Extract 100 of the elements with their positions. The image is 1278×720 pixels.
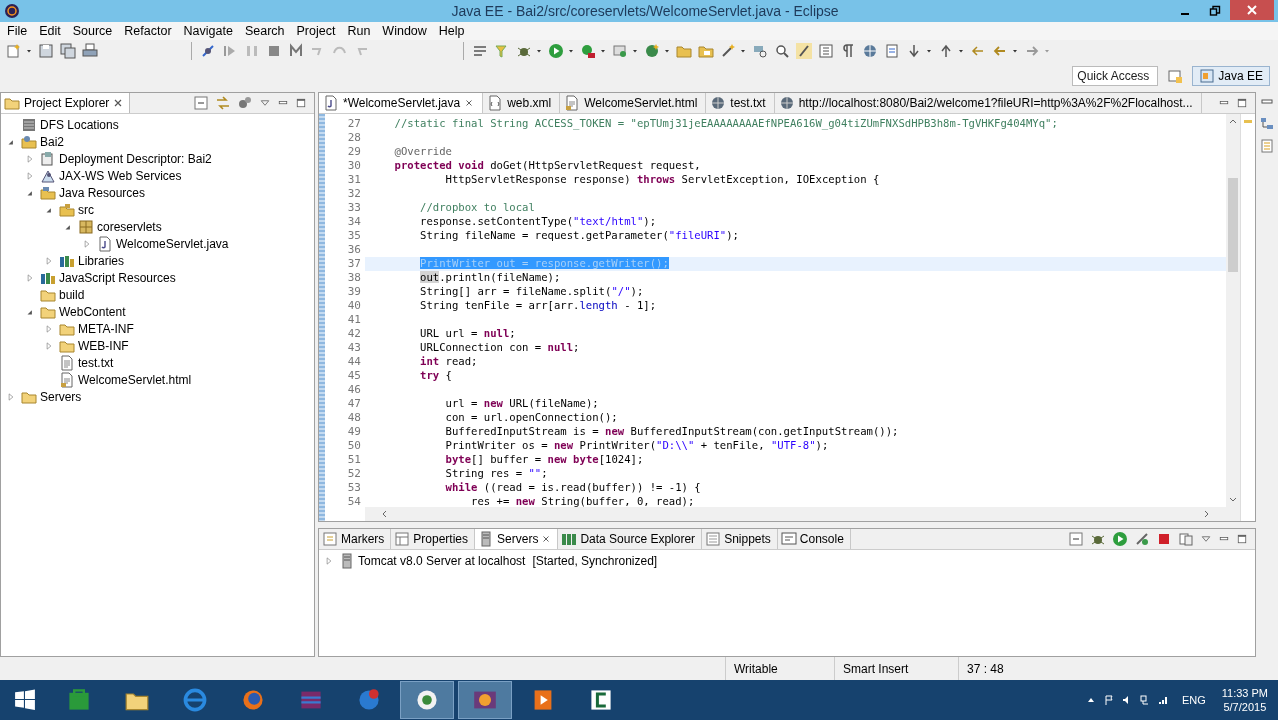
tree-item[interactable]: JAX-WS Web Services <box>59 168 182 183</box>
scroll-right-icon[interactable] <box>1202 510 1210 518</box>
clock[interactable]: 11:33 PM 5/7/2015 <box>1221 686 1268 714</box>
dropdown-caret-icon[interactable] <box>25 47 33 55</box>
paragraph-icon[interactable] <box>840 43 856 59</box>
close-icon[interactable] <box>541 534 552 544</box>
close-icon[interactable] <box>113 98 124 108</box>
tree-item[interactable]: src <box>78 202 94 217</box>
menu-item[interactable]: Refactor <box>119 24 179 38</box>
collapse-all-icon[interactable] <box>1068 531 1084 547</box>
wand-icon[interactable] <box>720 43 736 59</box>
open-perspective-icon[interactable] <box>1167 68 1184 84</box>
menu-item[interactable]: Source <box>67 24 120 38</box>
save-all-icon[interactable] <box>60 43 76 59</box>
dropdown-caret-icon[interactable] <box>567 47 575 55</box>
previous-annotation-icon[interactable] <box>938 43 954 59</box>
signal-icon[interactable] <box>1157 695 1168 705</box>
print-icon[interactable] <box>82 43 98 59</box>
scroll-thumb[interactable] <box>1228 178 1238 272</box>
save-icon[interactable] <box>38 43 54 59</box>
highlighter-icon[interactable] <box>796 43 812 59</box>
menu-item[interactable]: File <box>2 24 35 38</box>
tree-item[interactable]: Java Resources <box>59 185 146 200</box>
menu-item[interactable]: Edit <box>34 24 68 38</box>
tree-item[interactable]: DFS Locations <box>40 117 119 132</box>
dropdown-caret-icon[interactable] <box>925 47 933 55</box>
tree-item[interactable]: coreservlets <box>97 219 162 234</box>
horizontal-scrollbar[interactable] <box>365 507 1226 521</box>
windows-start-icon[interactable] <box>14 689 36 711</box>
tree-item[interactable]: META-INF <box>78 321 134 336</box>
link-editor-icon[interactable] <box>215 95 231 111</box>
view-menu-icon[interactable] <box>259 97 271 109</box>
menu-item[interactable]: Run <box>342 24 378 38</box>
new-class-icon[interactable] <box>644 43 660 59</box>
tree-item[interactable]: build <box>59 287 85 302</box>
open-folder-icon[interactable] <box>698 43 714 59</box>
tree-item[interactable]: test.txt <box>78 355 114 370</box>
vertical-scrollbar[interactable] <box>1226 114 1240 521</box>
run-server-icon[interactable] <box>580 43 596 59</box>
skip-breakpoints-icon[interactable] <box>200 43 216 59</box>
editor-icon[interactable] <box>589 688 613 712</box>
server-name[interactable]: Tomcat v8.0 Server at localhost <box>358 553 526 568</box>
view-tab[interactable]: Project Explorer <box>1 93 131 113</box>
tree-item[interactable]: Deployment Descriptor: Bai2 <box>59 151 212 166</box>
dropdown-caret-icon[interactable] <box>1011 47 1019 55</box>
browser-icon[interactable] <box>357 688 381 712</box>
scroll-up-icon[interactable] <box>1229 118 1237 126</box>
restore-icon[interactable] <box>1209 5 1221 17</box>
collapse-all-icon[interactable] <box>193 95 209 111</box>
tree-item[interactable]: WelcomeServlet.html <box>78 372 192 387</box>
maximize-icon[interactable] <box>1236 97 1248 109</box>
tree-item[interactable]: JavaScript Resources <box>59 270 176 285</box>
globe-icon[interactable] <box>862 43 878 59</box>
perspective-button[interactable]: Java EE <box>1192 66 1270 86</box>
browser-icon[interactable] <box>241 688 265 712</box>
tree-item[interactable]: Libraries <box>78 253 125 268</box>
tree-item[interactable]: WEB-INF <box>78 338 129 353</box>
close-icon[interactable] <box>464 98 475 108</box>
outline-icon[interactable] <box>1259 116 1275 132</box>
task-list-icon[interactable] <box>1259 138 1275 154</box>
maximize-icon[interactable] <box>1236 533 1248 545</box>
browser-icon[interactable] <box>183 688 207 712</box>
view-tab[interactable]: Servers <box>475 529 559 549</box>
scroll-down-icon[interactable] <box>1229 495 1237 503</box>
dropdown-caret-icon[interactable] <box>631 47 639 55</box>
step-filter-icon[interactable] <box>494 43 510 59</box>
dropdown-caret-icon[interactable] <box>957 47 965 55</box>
quick-access-field[interactable]: Quick Access <box>1072 66 1159 86</box>
menu-item[interactable]: Navigate <box>178 24 240 38</box>
menu-item[interactable]: Search <box>239 24 292 38</box>
store-icon[interactable] <box>67 688 91 712</box>
terminate-icon[interactable] <box>266 43 282 59</box>
tree-item[interactable]: WelcomeServlet.java <box>116 236 229 251</box>
use-step-filters-icon[interactable] <box>472 43 488 59</box>
language-indicator[interactable]: ENG <box>1181 694 1206 706</box>
menu-item[interactable]: Help <box>433 24 472 38</box>
menu-item[interactable]: Window <box>377 24 434 38</box>
stop-icon[interactable] <box>1156 531 1172 547</box>
tree-item[interactable]: Bai2 <box>40 134 65 149</box>
scroll-left-icon[interactable] <box>381 510 389 518</box>
dropdown-caret-icon[interactable] <box>599 47 607 55</box>
profile-icon[interactable] <box>1134 531 1150 547</box>
tree-item[interactable]: Servers <box>40 389 82 404</box>
dropdown-caret-icon[interactable] <box>535 47 543 55</box>
open-folder-icon[interactable] <box>676 43 692 59</box>
tree-item[interactable]: WebContent <box>59 304 126 319</box>
dropdown-caret-icon[interactable] <box>739 47 747 55</box>
publish-icon[interactable] <box>1178 531 1194 547</box>
editor-tab[interactable]: *WelcomeServlet.java <box>319 93 484 113</box>
next-annotation-icon[interactable] <box>906 43 922 59</box>
dropdown-caret-icon[interactable] <box>663 47 671 55</box>
network-icon[interactable] <box>1139 695 1150 705</box>
flag-icon[interactable] <box>1103 695 1114 705</box>
close-button[interactable] <box>1230 0 1274 20</box>
maximize-icon[interactable] <box>295 97 307 109</box>
gears-icon[interactable] <box>237 95 253 111</box>
run-icon[interactable] <box>1112 531 1128 547</box>
menu-item[interactable]: Project <box>291 24 343 38</box>
block-selection-icon[interactable] <box>818 43 834 59</box>
view-menu-icon[interactable] <box>1200 533 1212 545</box>
